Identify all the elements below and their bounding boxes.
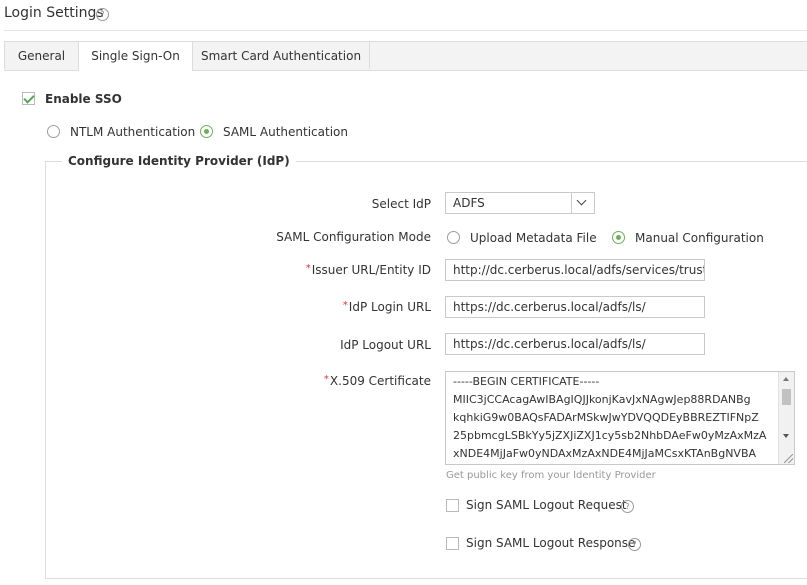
ntlm-auth-label: NTLM Authentication (70, 125, 196, 139)
tab-bar: General Single Sign-On Smart Card Authen… (4, 41, 807, 71)
select-idp-dropdown[interactable]: ADFS (445, 192, 595, 214)
manual-config-label: Manual Configuration (635, 231, 764, 245)
check-icon (23, 92, 35, 104)
sign-logout-request-label: Sign SAML Logout Request (466, 498, 627, 512)
saml-auth-label: SAML Authentication (223, 125, 348, 139)
certificate-hint: Get public key from your Identity Provid… (446, 470, 656, 481)
certificate-line: -----BEGIN CERTIFICATE----- (453, 375, 600, 388)
certificate-textarea[interactable]: -----BEGIN CERTIFICATE----- MIIC3jCCAcag… (445, 371, 795, 465)
idp-login-url-input[interactable]: https://dc.cerberus.local/adfs/ls/ (445, 296, 705, 318)
dropdown-toggle[interactable] (571, 193, 594, 213)
resize-handle-icon[interactable] (784, 454, 793, 463)
tab-smart-card-authentication[interactable]: Smart Card Authentication (192, 41, 370, 69)
issuer-url-label: *Issuer URL/Entity ID (305, 263, 431, 277)
select-idp-value: ADFS (453, 196, 485, 210)
certificate-line: 25pbmcgLSBkYy5jZXJiZXJ1cy5sb2NhbDAeFw0yM… (453, 429, 767, 442)
ntlm-auth-radio[interactable] (47, 125, 60, 138)
issuer-url-input[interactable]: http://dc.cerberus.local/adfs/services/t… (445, 259, 705, 281)
enable-sso-label: Enable SSO (45, 92, 122, 106)
required-marker: * (342, 300, 348, 311)
scroll-down-icon[interactable] (783, 434, 789, 438)
upload-metadata-label: Upload Metadata File (470, 231, 597, 245)
idp-login-url-label: *IdP Login URL (342, 300, 431, 314)
upload-metadata-radio[interactable] (447, 231, 460, 244)
help-icon[interactable]: ? (96, 8, 109, 21)
certificate-line: MIIC3jCCAcagAwIBAgIQJJkonjKavJxNAgwJep88… (453, 393, 751, 406)
idp-logout-url-input[interactable]: https://dc.cerberus.local/adfs/ls/ (445, 333, 705, 355)
required-marker: * (305, 263, 311, 274)
sign-logout-request-checkbox[interactable] (446, 499, 459, 512)
idp-section-title: Configure Identity Provider (IdP) (62, 154, 296, 168)
idp-logout-url-label: IdP Logout URL (340, 338, 431, 352)
certificate-label: *X.509 Certificate (323, 374, 431, 388)
select-idp-label: Select IdP (371, 197, 431, 211)
certificate-line: kqhkiG9w0BAQsFADArMSkwJwYDVQQDEyBBREZTIF… (453, 411, 759, 424)
textarea-scrollbar[interactable] (778, 372, 794, 464)
tab-single-sign-on[interactable]: Single Sign-On (78, 41, 193, 71)
help-icon[interactable]: ? (621, 500, 634, 513)
scroll-thumb[interactable] (782, 389, 791, 405)
enable-sso-checkbox[interactable] (22, 92, 35, 105)
tab-general[interactable]: General (4, 41, 79, 69)
chevron-down-icon (576, 195, 587, 206)
help-icon[interactable]: ? (628, 538, 641, 551)
saml-auth-radio[interactable] (200, 125, 213, 138)
manual-config-radio[interactable] (612, 231, 625, 244)
required-marker: * (323, 374, 329, 385)
page-title: Login Settings (4, 5, 104, 21)
certificate-line: xNDE4MjJaFw0yNDAxMzAxNDE4MjJaMCsxKTAnBgN… (453, 447, 757, 460)
config-mode-label: SAML Configuration Mode (276, 230, 431, 244)
sign-logout-response-label: Sign SAML Logout Response (466, 536, 636, 550)
scroll-up-icon[interactable] (783, 377, 789, 381)
title-divider (4, 30, 807, 31)
sign-logout-response-checkbox[interactable] (446, 537, 459, 550)
idp-config-section (45, 161, 807, 579)
